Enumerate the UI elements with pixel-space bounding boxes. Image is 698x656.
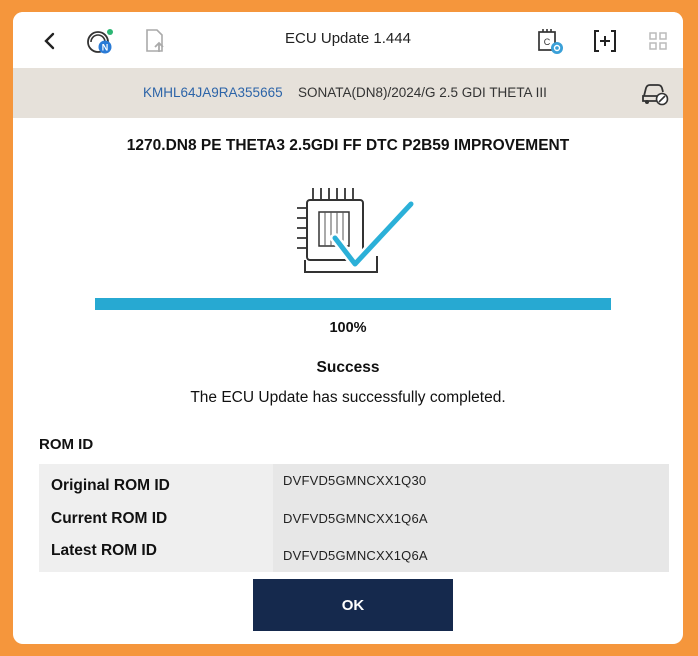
rom-row-value: DVFVD5GMNCXX1Q30	[283, 473, 427, 488]
top-bar: N ECU Update 1.444 C	[13, 12, 683, 68]
svg-text:C: C	[544, 37, 551, 47]
vehicle-model: SONATA(DN8)/2024/G 2.5 GDI THETA III	[298, 85, 547, 100]
car-settings-icon[interactable]	[641, 80, 669, 106]
rom-section-title: ROM ID	[39, 436, 94, 453]
progress-bar	[95, 298, 611, 310]
vin-link[interactable]: KMHL64JA9RA355665	[143, 85, 283, 100]
rom-row-label: Current ROM ID	[51, 510, 168, 527]
ecu-checkmark-icon	[291, 182, 416, 278]
status-message: The ECU Update has successfully complete…	[190, 389, 506, 406]
rom-row-label: Original ROM ID	[51, 477, 170, 494]
vehicle-info-bar: KMHL64JA9RA355665 SONATA(DN8)/2024/G 2.5…	[13, 68, 683, 118]
rom-values-column: DVFVD5GMNCXX1Q30 DVFVD5GMNCXX1Q6A DVFVD5…	[273, 464, 669, 572]
add-bracket-icon[interactable]	[590, 26, 620, 56]
grid-icon[interactable]	[643, 26, 673, 56]
rom-row-label: Latest ROM ID	[51, 542, 157, 559]
ok-button[interactable]: OK	[253, 579, 453, 631]
rom-row-value: DVFVD5GMNCXX1Q6A	[283, 548, 428, 563]
window-title: ECU Update 1.444	[285, 30, 411, 47]
status-text: Success	[316, 359, 380, 376]
rom-table: Original ROM ID Current ROM ID Latest RO…	[39, 464, 669, 572]
rom-row-value: DVFVD5GMNCXX1Q6A	[283, 511, 428, 526]
update-title: 1270.DN8 PE THETA3 2.5GDI FF DTC P2B59 I…	[126, 137, 570, 154]
progress-fill	[95, 298, 611, 310]
ecu-mode-icon[interactable]: C	[535, 26, 565, 56]
progress-percent: 100%	[329, 320, 367, 336]
app-window: N ECU Update 1.444 C KMHL64JA9RA355665 S…	[13, 12, 683, 644]
